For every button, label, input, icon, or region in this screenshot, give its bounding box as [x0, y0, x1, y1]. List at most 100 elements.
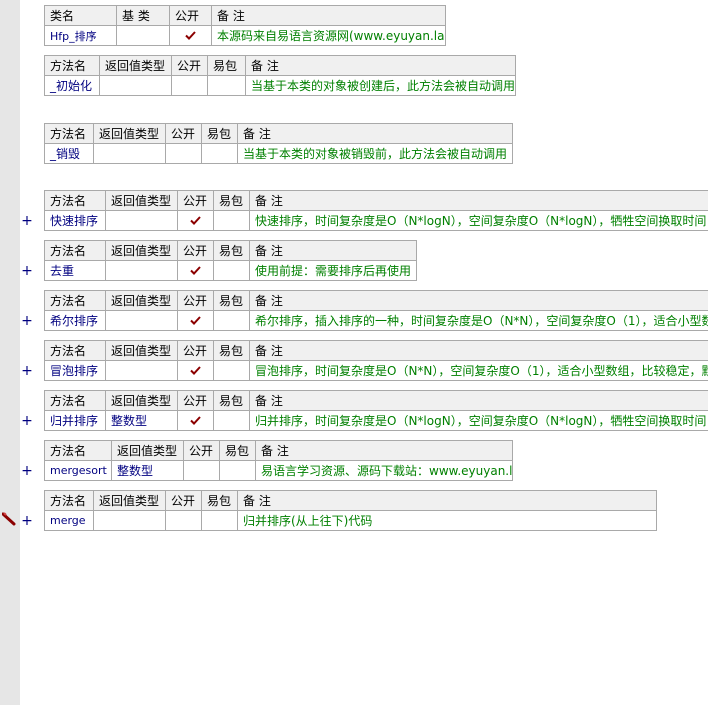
return-type-cell[interactable]: 整数型 — [111, 460, 184, 481]
note-cell[interactable]: 希尔排序，插入排序的一种，时间复杂度是O（N*N），空间复杂度O（1），适合小型… — [249, 310, 708, 331]
method-name-cell[interactable]: _销毁 — [44, 143, 94, 164]
class-name-cell[interactable]: Hfp_排序 — [44, 25, 117, 46]
header-method-name: 方法名 — [44, 290, 106, 311]
method-name-cell[interactable]: _初始化 — [44, 75, 100, 96]
note-cell[interactable]: 归并排序，时间复杂度是O（N*logN），空间复杂度O（N*logN），牺牲空间… — [249, 410, 708, 431]
header-method-name: 方法名 — [44, 390, 106, 411]
header-easy-pack: 易包 — [213, 290, 250, 311]
return-type-cell[interactable] — [105, 310, 178, 331]
easy-pack-cell[interactable] — [213, 410, 250, 431]
public-cell[interactable] — [165, 510, 202, 531]
header-public: 公开 — [183, 440, 220, 461]
return-type-cell[interactable] — [93, 510, 166, 531]
header-note: 备 注 — [249, 390, 708, 411]
expand-plus-icon[interactable]: + — [20, 364, 34, 378]
checkmark-icon — [190, 216, 201, 225]
method-name-cell[interactable]: merge — [44, 510, 94, 531]
expand-plus-icon[interactable]: + — [20, 514, 34, 528]
header-public: 公开 — [177, 340, 214, 361]
expand-plus-icon[interactable]: + — [20, 264, 34, 278]
editor-gutter[interactable] — [0, 0, 20, 705]
return-type-cell[interactable] — [105, 260, 178, 281]
header-note: 备 注 — [249, 240, 417, 261]
easy-pack-cell[interactable] — [213, 310, 250, 331]
note-cell[interactable]: 当基于本类的对象被创建后，此方法会被自动调用 — [245, 75, 516, 96]
header-easy-pack: 易包 — [213, 240, 250, 261]
header-public: 公开 — [177, 390, 214, 411]
public-cell[interactable] — [177, 210, 214, 231]
public-cell[interactable] — [177, 310, 214, 331]
public-cell[interactable] — [177, 260, 214, 281]
header-easy-pack: 易包 — [201, 123, 238, 144]
expand-plus-icon[interactable]: + — [20, 414, 34, 428]
method-name-cell[interactable]: 冒泡排序 — [44, 360, 106, 381]
public-cell[interactable] — [165, 143, 202, 164]
return-type-cell[interactable] — [99, 75, 172, 96]
method-table-mergesort-cn: 方法名 返回值类型 公开 易包 备 注 归并排序 整数型 归并排序，时间复杂度是… — [44, 390, 708, 431]
header-public: 公开 — [171, 55, 208, 76]
header-base-class: 基 类 — [116, 5, 170, 26]
header-easy-pack: 易包 — [213, 340, 250, 361]
easy-pack-cell[interactable] — [213, 210, 250, 231]
note-cell[interactable]: 当基于本类的对象被销毁前，此方法会被自动调用 — [237, 143, 513, 164]
public-cell[interactable] — [177, 360, 214, 381]
easy-pack-cell[interactable] — [207, 75, 246, 96]
header-easy-pack: 易包 — [207, 55, 246, 76]
method-table-shellsort: 方法名 返回值类型 公开 易包 备 注 希尔排序 希尔排序，插入排序的一种，时间… — [44, 290, 708, 331]
header-public: 公开 — [165, 490, 202, 511]
method-name-cell[interactable]: 快速排序 — [44, 210, 106, 231]
header-method-name: 方法名 — [44, 240, 106, 261]
checkmark-icon — [190, 416, 201, 425]
return-type-cell[interactable] — [105, 360, 178, 381]
header-note: 备 注 — [249, 340, 708, 361]
public-cell[interactable] — [171, 75, 208, 96]
note-cell[interactable]: 快速排序，时间复杂度是O（N*logN），空间复杂度O（N*logN），牺牲空间… — [249, 210, 708, 231]
method-table-merge: 方法名 返回值类型 公开 易包 备 注 merge 归并排序(从上往下)代码 — [44, 490, 657, 531]
header-method-name: 方法名 — [44, 190, 106, 211]
method-name-cell[interactable]: 希尔排序 — [44, 310, 106, 331]
header-method-name: 方法名 — [44, 55, 100, 76]
note-cell[interactable]: 归并排序(从上往下)代码 — [237, 510, 657, 531]
note-cell[interactable]: 使用前提：需要排序后再使用 — [249, 260, 417, 281]
method-name-cell[interactable]: 去重 — [44, 260, 106, 281]
note-cell[interactable]: 易语言学习资源、源码下载站：www.eyuyan.la — [255, 460, 513, 481]
expand-plus-icon[interactable]: + — [20, 314, 34, 328]
return-type-cell[interactable]: 整数型 — [105, 410, 178, 431]
checkmark-icon — [190, 266, 201, 275]
easy-pack-cell[interactable] — [219, 460, 256, 481]
public-cell[interactable] — [169, 25, 212, 46]
public-cell[interactable] — [177, 410, 214, 431]
return-type-cell[interactable] — [105, 210, 178, 231]
return-type-cell[interactable] — [93, 143, 166, 164]
header-return-type: 返回值类型 — [105, 240, 178, 261]
note-cell[interactable]: 本源码来自易语言资源网(www.eyuyan.la) — [211, 25, 446, 46]
easy-pack-cell[interactable] — [213, 260, 250, 281]
note-cell[interactable]: 冒泡排序，时间复杂度是O（N*N），空间复杂度O（1），适合小型数组，比较稳定，… — [249, 360, 708, 381]
header-class-name: 类名 — [44, 5, 117, 26]
method-name-cell[interactable]: 归并排序 — [44, 410, 106, 431]
expand-plus-icon[interactable]: + — [20, 464, 34, 478]
public-cell[interactable] — [183, 460, 220, 481]
method-name-cell[interactable]: mergesort — [44, 460, 112, 481]
header-method-name: 方法名 — [44, 440, 112, 461]
header-note: 备 注 — [211, 5, 446, 26]
method-table-mergesort: 方法名 返回值类型 公开 易包 备 注 mergesort 整数型 易语言学习资… — [44, 440, 513, 481]
header-method-name: 方法名 — [44, 123, 94, 144]
easy-pack-cell[interactable] — [201, 510, 238, 531]
header-return-type: 返回值类型 — [105, 190, 178, 211]
header-easy-pack: 易包 — [213, 390, 250, 411]
header-return-type: 返回值类型 — [111, 440, 184, 461]
base-class-cell[interactable] — [116, 25, 170, 46]
method-table-destroy: 方法名 返回值类型 公开 易包 备 注 _销毁 当基于本类的对象被销毁前，此方法… — [44, 123, 513, 164]
easy-pack-cell[interactable] — [213, 360, 250, 381]
header-public: 公开 — [177, 190, 214, 211]
header-easy-pack: 易包 — [213, 190, 250, 211]
header-return-type: 返回值类型 — [93, 123, 166, 144]
expand-plus-icon[interactable]: + — [20, 214, 34, 228]
method-table-bubblesort: 方法名 返回值类型 公开 易包 备 注 冒泡排序 冒泡排序，时间复杂度是O（N*… — [44, 340, 708, 381]
breakpoint-marker-icon[interactable] — [2, 512, 18, 526]
header-note: 备 注 — [249, 290, 708, 311]
header-note: 备 注 — [245, 55, 516, 76]
header-method-name: 方法名 — [44, 490, 94, 511]
easy-pack-cell[interactable] — [201, 143, 238, 164]
